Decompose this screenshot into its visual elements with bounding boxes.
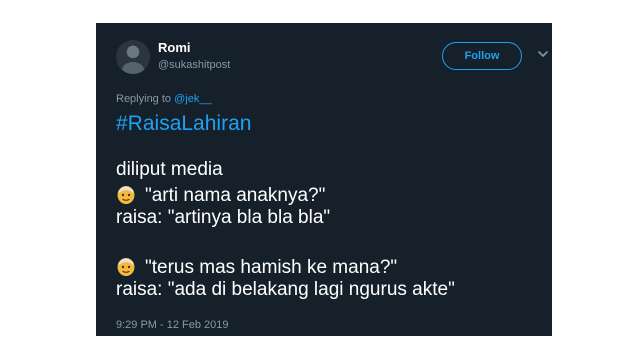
tweet-card: Romi @sukashitpost Follow Replying to @j… [96,23,552,336]
tweet-text-line: diliput media [116,159,223,180]
tweet-text-line: "arti nama anaknya?" [116,183,325,207]
tweet-text-line-content: "arti nama anaknya?" [145,185,326,206]
hashtag-link[interactable]: #RaisaLahiran [116,112,251,136]
author-handle[interactable]: @sukashitpost [158,59,230,71]
tweet-text-line-content: "terus mas hamish ke mana?" [145,257,398,278]
tweet-header: Romi @sukashitpost Follow [96,23,552,95]
avatar[interactable] [116,40,150,74]
follow-button[interactable]: Follow [442,42,522,70]
reply-mention-link[interactable]: @jek__ [174,93,211,105]
chevron-down-icon[interactable] [536,47,550,61]
older-man-emoji-icon [117,258,135,276]
author-name[interactable]: Romi [158,40,191,55]
tweet-timestamp[interactable]: 9:29 PM - 12 Feb 2019 [116,319,229,331]
tweet-text-line: raisa: "ada di belakang lagi ngurus akte… [116,279,455,300]
tweet-text-line: raisa: "artinya bla bla bla" [116,207,331,228]
replying-to-label: Replying to [116,93,172,105]
tweet-text-line: "terus mas hamish ke mana?" [116,255,397,279]
replying-to: Replying to @jek__ [116,93,212,105]
older-man-emoji-icon [117,186,135,204]
